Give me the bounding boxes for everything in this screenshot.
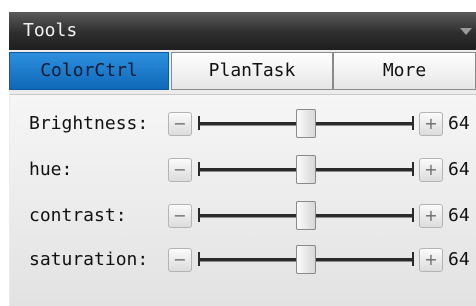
slider-cap-right: [412, 208, 414, 222]
hue-label: hue:: [29, 159, 73, 180]
brightness-slider-thumb[interactable]: [296, 109, 316, 138]
slider-cap-right: [412, 252, 414, 266]
saturation-label: saturation:: [29, 249, 149, 270]
tab-colorctrl[interactable]: ColorCtrl: [9, 52, 169, 90]
panel-title: Tools: [23, 20, 78, 41]
hue-value: 64: [448, 159, 470, 180]
tab-plantask[interactable]: PlanTask: [171, 52, 333, 90]
slider-cap-right: [412, 116, 414, 130]
brightness-value: 64: [448, 113, 470, 134]
panel-titlebar: Tools: [9, 12, 476, 50]
tab-bar: ColorCtrl PlanTask More: [9, 52, 476, 92]
hue-decrease-button[interactable]: −: [168, 158, 192, 182]
saturation-decrease-button[interactable]: −: [168, 248, 192, 272]
brightness-label: Brightness:: [29, 113, 149, 134]
saturation-slider-thumb[interactable]: [296, 245, 316, 274]
contrast-row: contrast: − + 64: [10, 201, 476, 231]
contrast-slider-thumb[interactable]: [296, 201, 316, 230]
contrast-label: contrast:: [29, 205, 127, 226]
saturation-value: 64: [448, 249, 470, 270]
tools-panel: Tools ColorCtrl PlanTask More Brightness…: [9, 12, 476, 306]
hue-increase-button[interactable]: +: [419, 158, 443, 182]
saturation-row: saturation: − + 64: [10, 245, 476, 275]
contrast-value: 64: [448, 205, 470, 226]
slider-cap-right: [412, 162, 414, 176]
hue-slider-thumb[interactable]: [296, 155, 316, 184]
triangle-down-icon[interactable]: [460, 28, 472, 35]
contrast-decrease-button[interactable]: −: [168, 204, 192, 228]
saturation-increase-button[interactable]: +: [419, 248, 443, 272]
tab-more[interactable]: More: [333, 52, 476, 90]
brightness-increase-button[interactable]: +: [419, 112, 443, 136]
hue-row: hue: − + 64: [10, 155, 476, 185]
brightness-row: Brightness: − + 64: [10, 109, 476, 139]
brightness-decrease-button[interactable]: −: [168, 112, 192, 136]
contrast-increase-button[interactable]: +: [419, 204, 443, 228]
colorctrl-content: Brightness: − + 64 hue: − + 64 contrast:…: [10, 94, 476, 306]
